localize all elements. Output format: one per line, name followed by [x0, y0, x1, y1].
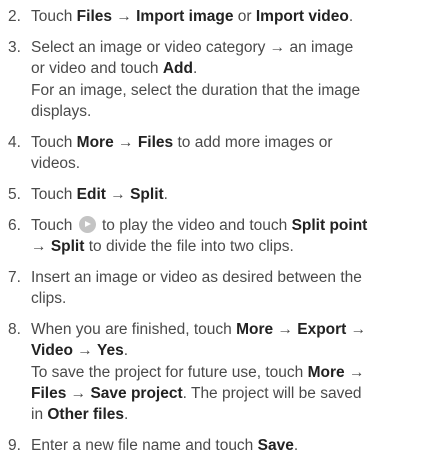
menu-files: Files [31, 385, 67, 402]
step-number: 9. [8, 437, 21, 454]
menu-more: More [76, 134, 114, 151]
button-add: Add [162, 60, 193, 77]
arrow-icon: → [269, 39, 286, 56]
step-text: to add more images or [173, 134, 333, 151]
step-text: Touch [31, 8, 77, 25]
steps-list: 2. Touch Files → Import image or Import … [0, 6, 439, 466]
step-text: Touch [31, 217, 77, 234]
note-text: . The project will be saved [182, 385, 362, 402]
step-line: Touch More → Files to add more images or [31, 132, 439, 153]
step-text: . [293, 437, 299, 454]
step-number: 4. [8, 134, 21, 151]
step-text: or video and touch [31, 60, 163, 77]
step-text: Touch [31, 134, 77, 151]
step-line: clips. [31, 288, 439, 309]
arrow-icon: → [277, 321, 293, 338]
menu-more: More [236, 321, 274, 338]
step-line: Touch Files → Import image or Import vid… [31, 6, 439, 27]
step-number: 3. [8, 39, 21, 56]
menu-split: Split [130, 186, 164, 203]
step-text: . [192, 60, 198, 77]
step-text: . [163, 186, 168, 203]
arrow-icon: → [77, 342, 93, 359]
button-split-point: Split point [291, 217, 368, 234]
step-line: or video and touch Add. [31, 58, 439, 79]
step-number: 5. [8, 186, 21, 203]
step-2: 2. Touch Files → Import image or Import … [0, 6, 439, 27]
step-note: Files → Save project. The project will b… [31, 383, 439, 404]
step-text: . [123, 342, 129, 359]
arrow-icon: → [348, 364, 365, 381]
menu-export: Export [297, 321, 347, 338]
step-3: 3. Select an image or video category → a… [0, 37, 439, 122]
step-text: Select an image or video category [31, 39, 270, 56]
step-text: to play the video and touch [97, 217, 292, 234]
note-text: displays. [31, 103, 92, 120]
step-note: in Other files. [31, 404, 439, 425]
button-yes: Yes [97, 342, 124, 359]
play-icon [78, 216, 96, 233]
step-line: When you are finished, touch More → Expo… [31, 319, 439, 340]
step-text: Touch [31, 186, 77, 203]
arrow-icon: → [110, 186, 126, 203]
button-save: Save [257, 437, 294, 454]
step-text: to divide the file into two clips. [84, 238, 294, 255]
menu-files: Files [76, 8, 112, 25]
step-line: Insert an image or video as desired betw… [31, 267, 439, 288]
note-text: For an image, select the duration that t… [31, 82, 361, 99]
arrow-icon: → [350, 321, 367, 338]
menu-import-video: Import video [255, 8, 349, 25]
arrow-icon: → [31, 238, 47, 255]
arrow-icon: → [118, 134, 134, 151]
step-line: Enter a new file name and touch Save. [31, 435, 439, 456]
step-9: 9. Enter a new file name and touch Save. [0, 435, 439, 456]
menu-save-project: Save project [90, 385, 183, 402]
step-text: When you are finished, touch [31, 321, 237, 338]
step-line: Touch Edit → Split. [31, 184, 439, 205]
step-text: or [233, 8, 256, 25]
step-text: Insert an image or video as desired betw… [31, 269, 362, 286]
step-5: 5. Touch Edit → Split. [0, 184, 439, 205]
note-text: in [31, 406, 48, 423]
note-text: . [124, 406, 129, 423]
menu-video: Video [31, 342, 73, 359]
menu-import-image: Import image [136, 8, 234, 25]
menu-edit: Edit [76, 186, 106, 203]
menu-more: More [307, 364, 345, 381]
step-text: . [348, 8, 354, 25]
step-line: Touch to play the video and touch Split … [31, 215, 439, 236]
step-number: 8. [8, 321, 21, 338]
step-note: For an image, select the duration that t… [31, 80, 439, 101]
step-text: videos. [31, 155, 81, 172]
folder-other-files: Other files [47, 406, 125, 423]
step-text: clips. [31, 290, 67, 307]
step-8: 8. When you are finished, touch More → E… [0, 319, 439, 425]
step-number: 6. [8, 217, 21, 234]
instruction-page: 2. Touch Files → Import image or Import … [0, 0, 439, 470]
step-line: Video → Yes. [31, 340, 439, 361]
button-split: Split [50, 238, 85, 255]
step-line: videos. [31, 153, 439, 174]
step-note: displays. [31, 101, 439, 122]
step-line: Select an image or video category → an i… [31, 37, 439, 58]
step-text: Enter a new file name and touch [31, 437, 258, 454]
step-6: 6. Touch to play the video and touch Spl… [0, 215, 439, 257]
step-text: an image [285, 39, 354, 56]
step-number: 7. [8, 269, 21, 286]
note-text: To save the project for future use, touc… [31, 364, 308, 381]
arrow-icon: → [116, 8, 132, 25]
step-line: → Split to divide the file into two clip… [31, 236, 439, 257]
step-4: 4. Touch More → Files to add more images… [0, 132, 439, 174]
menu-files: Files [137, 134, 174, 151]
step-number: 2. [8, 8, 21, 25]
step-7: 7. Insert an image or video as desired b… [0, 267, 439, 309]
arrow-icon: → [70, 385, 87, 402]
step-note: To save the project for future use, touc… [31, 362, 439, 383]
